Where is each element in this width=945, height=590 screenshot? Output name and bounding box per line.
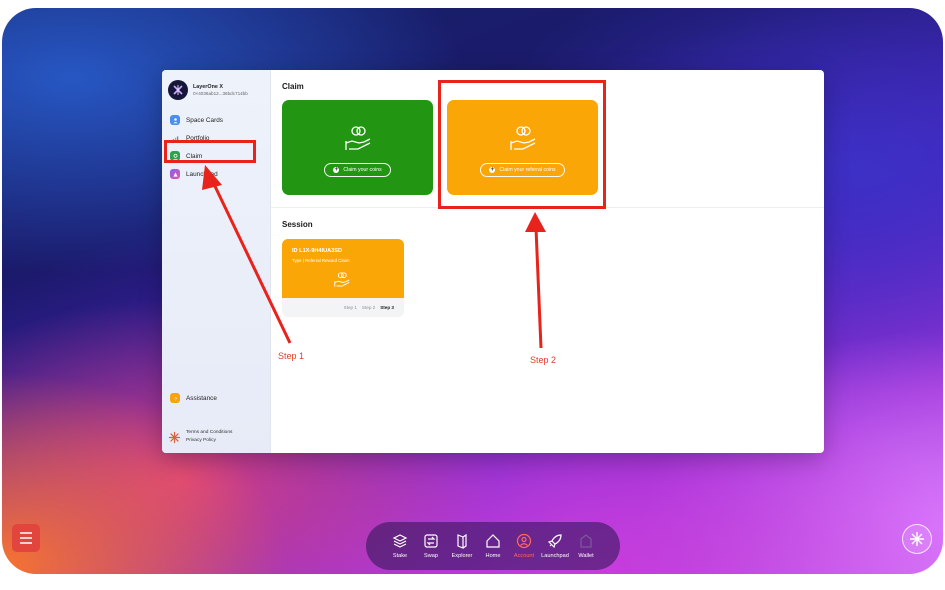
dock-item-wallet[interactable]: Wallet <box>571 533 602 559</box>
dock-item-account[interactable]: Account <box>509 533 540 559</box>
account-icon <box>516 533 532 549</box>
dock-label: Stake <box>392 553 408 559</box>
sidebar-item-label: Launchpad <box>186 170 218 178</box>
dock-item-home[interactable]: Home <box>478 533 509 559</box>
privacy-link[interactable]: Privacy Policy <box>186 437 232 445</box>
sidebar: LayerOne X 0×4036ab12...36bdc714bb Space… <box>162 70 271 453</box>
legal-links: Terms and Conditions Privacy Policy <box>168 429 232 445</box>
wallet-icon <box>580 534 592 548</box>
session-card-header: ID L1X-9H4IUA3SD Type | Referral Reward … <box>282 239 404 298</box>
layerone-logo-icon <box>173 85 183 95</box>
session-card[interactable]: ID L1X-9H4IUA3SD Type | Referral Reward … <box>282 239 404 317</box>
dock-item-explorer[interactable]: Explorer <box>447 533 478 559</box>
assistance-label: Assistance <box>186 394 217 402</box>
session-type: Type | Referral Reward Claim <box>292 258 350 263</box>
step1-label: Step 1 <box>278 351 305 361</box>
session-steps: Step 1 Step 2 Step 3 <box>282 298 404 310</box>
launchpad-icon <box>170 169 180 179</box>
step1-highlight-box <box>164 140 256 163</box>
dock-item-swap[interactable]: Swap <box>416 533 447 559</box>
sidebar-item-label: Space Cards <box>186 116 223 124</box>
dock-label: Swap <box>424 553 438 559</box>
home-icon <box>486 534 500 548</box>
terms-link[interactable]: Terms and Conditions <box>186 429 232 437</box>
session-step-3: Step 3 <box>380 305 394 310</box>
svg-text:?: ? <box>174 396 177 401</box>
claim-title: Claim <box>282 82 304 91</box>
claim-coins-button[interactable]: + Claim your coins <box>324 163 391 177</box>
explorer-icon <box>457 533 467 549</box>
dock-item-stake[interactable]: Stake <box>385 533 416 559</box>
session-step-2: Step 2 <box>361 305 376 310</box>
rocket-icon <box>547 534 562 549</box>
hand-coins-icon <box>344 126 370 150</box>
profile[interactable]: LayerOne X 0×4036ab12...36bdc714bb <box>168 80 248 100</box>
dock-label: Launchpad <box>541 553 569 559</box>
dock-label: Explorer <box>451 553 473 559</box>
space-cards-icon <box>170 115 180 125</box>
step2-highlight-box <box>438 80 606 209</box>
dock-label: Wallet <box>578 553 594 559</box>
session-title: Session <box>282 220 313 229</box>
layerone-assistant-button[interactable] <box>902 524 932 554</box>
sidebar-item-launchpad[interactable]: Launchpad <box>168 165 265 183</box>
menu-button[interactable] <box>12 524 40 552</box>
avatar <box>168 80 188 100</box>
claim-coins-card[interactable]: + Claim your coins <box>282 100 433 195</box>
swap-icon <box>424 534 438 548</box>
plus-icon: + <box>333 167 340 173</box>
hamburger-menu-icon <box>20 532 32 544</box>
hand-coins-icon <box>334 272 350 287</box>
layerone-star-icon <box>168 431 181 443</box>
assistance-icon: ? <box>170 393 180 403</box>
bottom-dock: Stake Swap Explorer Home Account Launchp… <box>366 522 620 570</box>
asterisk-logo-icon <box>910 532 924 546</box>
sidebar-item-space-cards[interactable]: Space Cards <box>168 111 265 129</box>
step2-label: Step 2 <box>530 355 557 365</box>
profile-name: LayerOne X <box>193 83 223 90</box>
assistance-link[interactable]: ? Assistance <box>170 393 217 403</box>
dock-label: Account <box>513 553 535 559</box>
session-step-1: Step 1 <box>343 305 357 310</box>
dock-label: Home <box>485 553 501 559</box>
wallet-address: 0×4036ab12...36bdc714bb <box>193 90 248 96</box>
session-id: ID L1X-9H4IUA3SD <box>292 248 343 254</box>
claim-coins-label: Claim your coins <box>343 167 382 173</box>
stake-layers-icon <box>392 534 408 548</box>
dock-item-launchpad[interactable]: Launchpad <box>540 533 571 559</box>
